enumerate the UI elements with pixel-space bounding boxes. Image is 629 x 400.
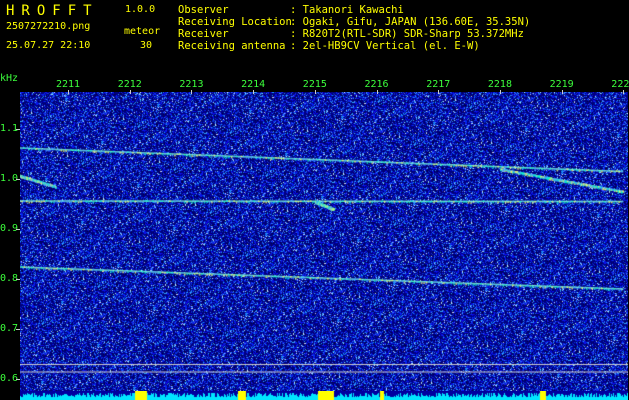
x-tick-label: 2212 [117,79,142,90]
meteor-count: 30 [140,40,153,51]
x-tick-mark [623,90,625,94]
signal-level-bar [20,391,628,400]
y-tick-mark [16,129,20,130]
x-tick-label: 2213 [179,79,204,90]
x-tick-label: 2211 [56,79,81,90]
x-tick-label: 2215 [302,79,327,90]
y-axis-label: kHz [0,73,19,84]
x-tick-mark [68,90,69,94]
y-tick-mark [16,379,20,380]
y-tick-mark [16,179,20,180]
location-value: : Ogaki, Gifu, JAPAN (136.60E, 35.35N) [290,16,531,28]
x-tick-mark [561,90,563,94]
x-tick-mark [314,90,316,94]
spectrogram [20,92,628,391]
antenna-label: Receiving antenna [178,40,286,52]
x-tick-mark [253,90,255,94]
observer-value: : Takanori Kawachi [290,4,404,16]
y-tick-mark [16,329,20,330]
app-version: 1.0.0 [125,4,156,15]
y-tick-mark [16,229,20,230]
x-tick-mark [191,90,193,94]
x-tick-label: 2214 [241,79,266,90]
file-name: 2507272210.png [6,21,91,32]
mode-label: meteor [124,26,161,37]
date-time: 25.07.27 22:10 [6,40,91,51]
x-tick-label: 2218 [487,79,512,90]
observer-label: Observer [178,4,229,16]
app-title: HROFFT [6,3,99,19]
x-tick-label: 2217 [426,79,451,90]
x-tick-mark [129,90,131,94]
x-tick-label: 2219 [549,79,574,90]
location-label: Receiving Location [178,16,292,28]
x-tick-mark [499,90,501,94]
hrofft-window: HROFFT 1.0.0 2507272210.png meteor 25.07… [0,0,629,400]
x-tick-label: 2216 [364,79,389,90]
receiver-label: Receiver [178,28,229,40]
antenna-value: : 2el-HB9CV Vertical (el. E-W) [290,40,480,52]
y-tick-mark [16,279,20,280]
receiver-value: : R820T2(RTL-SDR) SDR-Sharp 53.372MHz [290,28,524,40]
x-tick-mark [376,90,378,94]
x-tick-label: 2220 [611,79,629,90]
x-tick-mark [438,90,440,94]
